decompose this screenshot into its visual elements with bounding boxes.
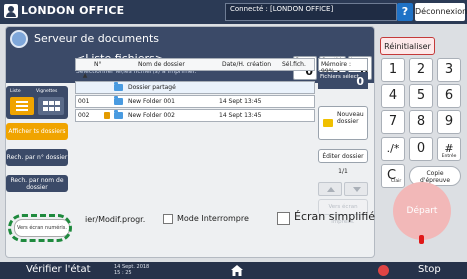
col-created: Date/H. création (222, 61, 272, 68)
folder-icon (114, 110, 123, 119)
row-number: 002 (78, 112, 90, 119)
clear-key[interactable]: C Clair (381, 164, 405, 188)
table-header: N° Nom de dossier Date/H. création Sél.f… (75, 58, 315, 71)
interrupt-mode-checkbox[interactable] (163, 214, 173, 224)
tab-thumbnail-label: Vignettes (36, 89, 58, 94)
search-by-folder-number-button[interactable]: Rech. par n° dossier (6, 149, 68, 166)
logout-button[interactable]: Déconnexion (415, 3, 467, 21)
sort-ascending-icon[interactable]: ▲ (75, 72, 95, 80)
interrupt-mode-label[interactable]: Mode Interrompre (177, 214, 249, 223)
reset-button[interactable]: Réinitialiser (380, 37, 435, 55)
thumbnail-view-button[interactable] (38, 97, 64, 115)
new-folder-label: Nouveau dossier (337, 111, 364, 125)
key-1[interactable]: 1 (381, 58, 405, 82)
key-9[interactable]: 9 (437, 110, 461, 134)
key-dot-star[interactable]: ./* (381, 137, 405, 161)
date-time: 14 Sept. 2018 15 : 25 (114, 264, 149, 276)
top-bar: LONDON OFFICE Connecté : [LONDON OFFICE]… (0, 0, 467, 24)
new-folder-button[interactable]: Nouveau dossier (318, 106, 368, 140)
logout-label: Déconnexion (415, 7, 467, 16)
home-icon[interactable] (230, 264, 244, 277)
key-4[interactable]: 4 (381, 84, 405, 108)
edit-folder-button[interactable]: Éditer dossier (318, 149, 368, 163)
device-title: LONDON OFFICE (21, 4, 125, 17)
page-up-button[interactable] (318, 182, 342, 196)
time-label: 15 : 25 (114, 270, 132, 276)
folder-icon (114, 96, 123, 105)
table-row[interactable]: 001 New Folder 001 14 Sept 13:45 (75, 95, 315, 108)
page-indicator: 1/1 (338, 168, 348, 175)
table-row[interactable]: 002 New Folder 002 14 Sept 13:45 (75, 109, 315, 122)
col-folder-name: Nom de dossier (138, 61, 185, 68)
highlight-oval (8, 214, 72, 242)
enter-sublabel: Entrée (441, 154, 457, 159)
stop-button[interactable]: Stop (418, 264, 441, 275)
folder-icon (114, 82, 123, 91)
search-by-folder-name-button[interactable]: Rech. par nom de dossier (6, 175, 68, 192)
show-all-folders-button[interactable]: Afficher ts dossiers (6, 123, 68, 140)
check-status-button[interactable]: Vérifier l'état (26, 264, 91, 275)
tab-list-label: Liste (10, 89, 21, 94)
row-name: New Folder 002 (128, 112, 175, 119)
row-number: 001 (78, 98, 90, 105)
start-button[interactable]: Départ (393, 182, 451, 240)
row-date: 14 Sept 13:45 (219, 98, 262, 105)
new-folder-icon (323, 119, 333, 127)
page-down-button[interactable] (344, 182, 368, 196)
selected-files-label: Fichiers sélect. (320, 74, 361, 80)
start-indicator-led (419, 235, 424, 244)
stop-icon[interactable] (378, 265, 389, 276)
list-view-icon (16, 101, 28, 103)
row-name: New Folder 001 (128, 98, 175, 105)
view-tabs: Liste Vignettes (6, 86, 68, 119)
lock-icon (104, 112, 110, 119)
selected-files-value: 0 (356, 75, 364, 88)
memory-status: Mémoire : 99% (318, 58, 368, 75)
key-hash-enter[interactable]: # Entrée (437, 137, 461, 161)
panel-header: Serveur de documents (6, 27, 374, 51)
table-row[interactable]: Dossier partagé (75, 81, 315, 94)
key-0[interactable]: 0 (409, 137, 433, 161)
key-2[interactable]: 2 (409, 58, 433, 82)
row-date: 14 Sept 13:45 (219, 112, 262, 119)
col-number: N° (94, 61, 102, 68)
help-button[interactable]: ? (397, 3, 413, 21)
simplified-screen-label[interactable]: Écran simplifié (294, 210, 375, 223)
sample-copy-line1: Copie (426, 170, 444, 177)
col-select-files[interactable]: Sél.fich. (282, 61, 306, 68)
key-3[interactable]: 3 (437, 58, 461, 82)
document-server-icon (10, 30, 28, 48)
selected-files-box: Fichiers sélect. 0 (318, 72, 368, 89)
simplified-screen-checkbox[interactable] (277, 212, 290, 225)
key-6[interactable]: 6 (437, 84, 461, 108)
login-status: Connecté : [LONDON OFFICE] (230, 5, 334, 13)
status-bar: Vérifier l'état 14 Sept. 2018 15 : 25 St… (0, 262, 467, 279)
row-name: Dossier partagé (128, 84, 176, 91)
clear-sublabel: Clair (391, 179, 402, 184)
key-7[interactable]: 7 (381, 110, 405, 134)
app-title: Serveur de documents (34, 32, 160, 45)
key-5[interactable]: 5 (409, 84, 433, 108)
key-8[interactable]: 8 (409, 110, 433, 134)
user-icon (4, 4, 18, 18)
modify-program-label[interactable]: ier/Modif.progr. (85, 215, 145, 224)
list-view-button[interactable] (10, 97, 34, 115)
screen: LONDON OFFICE Connecté : [LONDON OFFICE]… (0, 0, 467, 279)
thumbnail-view-icon (43, 101, 48, 105)
